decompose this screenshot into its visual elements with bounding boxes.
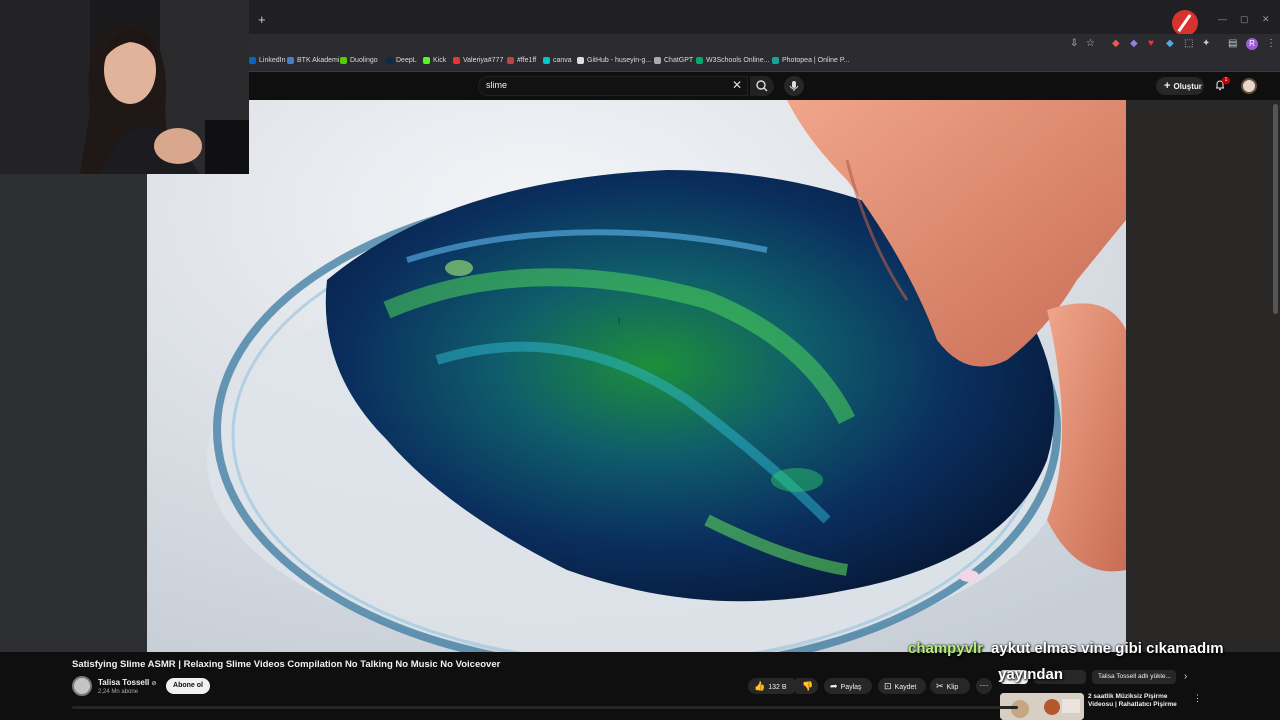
thumbs-down-icon: 👎: [802, 681, 814, 691]
channel-avatar[interactable]: [72, 676, 92, 696]
extension-icon[interactable]: ♥: [1148, 38, 1154, 49]
search-input[interactable]: [478, 76, 748, 96]
bookmark-item[interactable]: W3Schools Online...: [696, 57, 769, 64]
new-tab-button[interactable]: +: [258, 12, 266, 27]
microphone-icon: [789, 81, 799, 91]
extensions-puzzle-icon[interactable]: ✦: [1202, 38, 1210, 49]
voice-search-button[interactable]: [784, 76, 804, 96]
description-bar[interactable]: [72, 706, 1018, 709]
like-button[interactable]: 👍 132 B: [748, 678, 798, 694]
video-frame-image: [147, 100, 1126, 652]
dislike-button[interactable]: 👎: [796, 678, 818, 694]
text-cursor-icon: I: [618, 316, 621, 326]
bookmark-icon: ⊡: [884, 681, 892, 691]
chip-channel-uploads[interactable]: Talisa Tossell adlı yükle...: [1092, 670, 1176, 684]
browser-brand-icon: [1172, 10, 1198, 36]
bookmark-item[interactable]: Valeriya#777: [453, 57, 503, 64]
plus-icon: +: [1164, 80, 1171, 92]
search-button[interactable]: [750, 76, 774, 96]
bookmark-item[interactable]: GitHub - huseyin-g...: [577, 57, 651, 64]
bookmark-favicon-icon: [453, 57, 460, 64]
bookmark-item[interactable]: DeepL: [386, 57, 417, 64]
webcam-overlay: [0, 0, 249, 174]
chevron-right-icon[interactable]: ›: [1184, 671, 1187, 682]
thumbs-up-icon: 👍: [754, 681, 766, 691]
bookmark-favicon-icon: [340, 57, 347, 64]
extension-icon[interactable]: ◆: [1130, 38, 1138, 49]
close-window-icon[interactable]: ✕: [1262, 14, 1270, 25]
install-icon[interactable]: ⇩: [1070, 38, 1078, 49]
bookmark-star-icon[interactable]: ☆: [1086, 38, 1095, 49]
screen: + — ▢ ✕ ⇩ ☆ ◆ ◆ ♥ ◆ ⬚ ✦ ▤ R ⋮ LinkedIn B…: [0, 0, 1280, 720]
search-query-text: slime: [486, 80, 508, 90]
bookmark-favicon-icon: [772, 57, 779, 64]
more-actions-button[interactable]: ⋯: [976, 678, 992, 694]
bookmark-favicon-icon: [507, 57, 514, 64]
bookmark-favicon-icon: [543, 57, 550, 64]
share-arrow-icon: ➦: [830, 681, 838, 691]
verified-badge-icon: ⊘: [151, 681, 157, 687]
subscribe-button[interactable]: Abone ol: [166, 678, 210, 694]
page-scrollbar[interactable]: [1273, 104, 1278, 314]
bookmark-favicon-icon: [287, 57, 294, 64]
video-left-ambient: [0, 100, 147, 652]
video-player[interactable]: I: [147, 100, 1126, 652]
video-right-ambient: [1126, 100, 1280, 652]
channel-name[interactable]: Talisa Tossell ⊘: [98, 678, 157, 687]
sidebar-toggle-icon[interactable]: ▤: [1228, 38, 1237, 49]
bookmark-item[interactable]: #ffe1ff: [507, 57, 536, 64]
chat-message: champyvlr aykut elmas vine gibi cıkamadım: [908, 640, 1224, 657]
bookmark-item[interactable]: canva: [543, 57, 572, 64]
notification-count-badge: 1: [1222, 77, 1230, 84]
create-button[interactable]: + Oluştur: [1156, 77, 1204, 95]
search-icon: [756, 80, 768, 92]
bookmark-item[interactable]: LinkedIn: [249, 57, 285, 64]
browser-menu-icon[interactable]: ⋮: [1266, 38, 1276, 49]
clear-search-icon[interactable]: ✕: [732, 78, 742, 92]
bookmark-favicon-icon: [577, 57, 584, 64]
save-button[interactable]: ⊡ Kaydet: [878, 678, 926, 694]
subscriber-count: 2,24 Mn abone: [98, 689, 139, 695]
chat-username: champyvlr: [908, 640, 984, 657]
bookmark-favicon-icon: [696, 57, 703, 64]
bookmark-item[interactable]: BTK Akademi: [287, 57, 339, 64]
minimize-icon[interactable]: —: [1218, 14, 1227, 24]
bookmark-item[interactable]: Duolingo: [340, 57, 378, 64]
bookmark-item[interactable]: Kick: [423, 57, 446, 64]
bookmark-favicon-icon: [386, 57, 393, 64]
bookmark-item[interactable]: Photopea | Online P...: [772, 57, 849, 64]
bookmark-favicon-icon: [423, 57, 430, 64]
scissors-icon: ✂: [936, 681, 944, 691]
chat-message-text-continued: yayından: [998, 666, 1064, 683]
extension-icon[interactable]: ◆: [1166, 38, 1174, 49]
account-avatar[interactable]: [1241, 78, 1257, 94]
more-options-icon[interactable]: ⋮: [1193, 693, 1202, 704]
webcam-feed-image: [0, 0, 249, 174]
chat-message-text: aykut elmas vine gibi cıkamadım: [991, 640, 1224, 657]
bookmark-item[interactable]: ChatGPT: [654, 57, 693, 64]
video-title: Satisfying Slime ASMR | Relaxing Slime V…: [72, 659, 501, 670]
maximize-icon[interactable]: ▢: [1240, 14, 1249, 25]
bookmark-favicon-icon: [249, 57, 256, 64]
extension-icon[interactable]: ◆: [1112, 38, 1120, 49]
clip-button[interactable]: ✂ Klip: [930, 678, 970, 694]
recommendation-title[interactable]: 2 saatlik Müziksiz Pişirme Videosu | Rah…: [1088, 693, 1180, 709]
bookmark-favicon-icon: [654, 57, 661, 64]
extension-icon[interactable]: ⬚: [1184, 38, 1193, 49]
browser-profile-avatar[interactable]: R: [1246, 38, 1258, 50]
share-button[interactable]: ➦ Paylaş: [824, 678, 872, 694]
